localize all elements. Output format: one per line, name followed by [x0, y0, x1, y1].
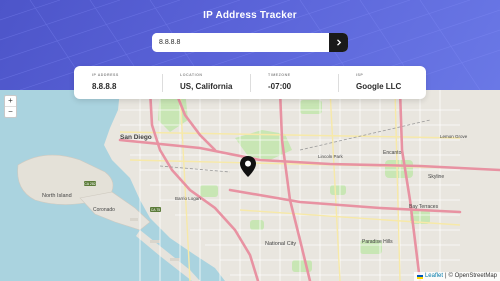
zoom-out-button[interactable]: − [5, 106, 16, 117]
zoom-control: + − [4, 95, 17, 118]
attribution-separator: | [444, 273, 447, 279]
ip-search-input[interactable] [152, 33, 329, 52]
svg-text:CA 75: CA 75 [151, 208, 161, 212]
map-label-lincoln-park: Lincoln Park [318, 154, 344, 159]
location-marker-icon[interactable] [239, 155, 257, 178]
app-title: IP Address Tracker [203, 10, 297, 21]
isp-cell: ISP Google LLC [338, 66, 426, 99]
ip-address-value: 8.8.8.8 [92, 82, 117, 91]
svg-text:CA 282: CA 282 [84, 182, 96, 186]
openstreetmap-attribution[interactable]: © OpenStreetMap [449, 272, 497, 281]
search-submit-button[interactable] [329, 33, 348, 52]
chevron-right-icon [336, 39, 341, 46]
isp-value: Google LLC [356, 82, 402, 91]
search-bar [152, 33, 348, 52]
location-cell: LOCATION US, California [162, 66, 250, 99]
leaflet-link[interactable]: Leaflet [425, 272, 443, 281]
map-label-san-diego: San Diego [120, 134, 152, 141]
ip-address-cell: IP ADDRESS 8.8.8.8 [74, 66, 162, 99]
map-label-barrio-logan: Barrio Logan [175, 196, 201, 201]
map-label-north-island: North Island [42, 193, 72, 199]
zoom-in-button[interactable]: + [5, 96, 16, 106]
map-label-lemon-grove: Lemon Grove [440, 134, 468, 139]
location-label: LOCATION [180, 73, 203, 77]
map-label-paradise-hills: Paradise Hills [362, 239, 393, 245]
timezone-label: TIMEZONE [268, 73, 291, 77]
map-attribution: Leaflet | © OpenStreetMap [413, 272, 500, 281]
isp-label: ISP [356, 73, 364, 77]
ip-info-panel: IP ADDRESS 8.8.8.8 LOCATION US, Californ… [74, 66, 426, 99]
map-label-skyline: Skyline [428, 174, 444, 180]
timezone-value: -07:00 [268, 82, 292, 91]
timezone-cell: TIMEZONE -07:00 [250, 66, 338, 99]
ukraine-flag-icon [416, 274, 423, 279]
map-label-national-city: National City [265, 241, 296, 247]
ip-address-label: IP ADDRESS [92, 73, 119, 77]
map-label-encanto: Encanto [383, 150, 402, 156]
location-value: US, California [180, 82, 233, 91]
map-tiles: CA 282 CA 75 San Diego North Island Coro… [0, 90, 500, 281]
map-label-bay-terraces: Bay Terraces [409, 204, 439, 210]
map-label-coronado: Coronado [93, 207, 115, 213]
map-view[interactable]: CA 282 CA 75 San Diego North Island Coro… [0, 90, 500, 281]
